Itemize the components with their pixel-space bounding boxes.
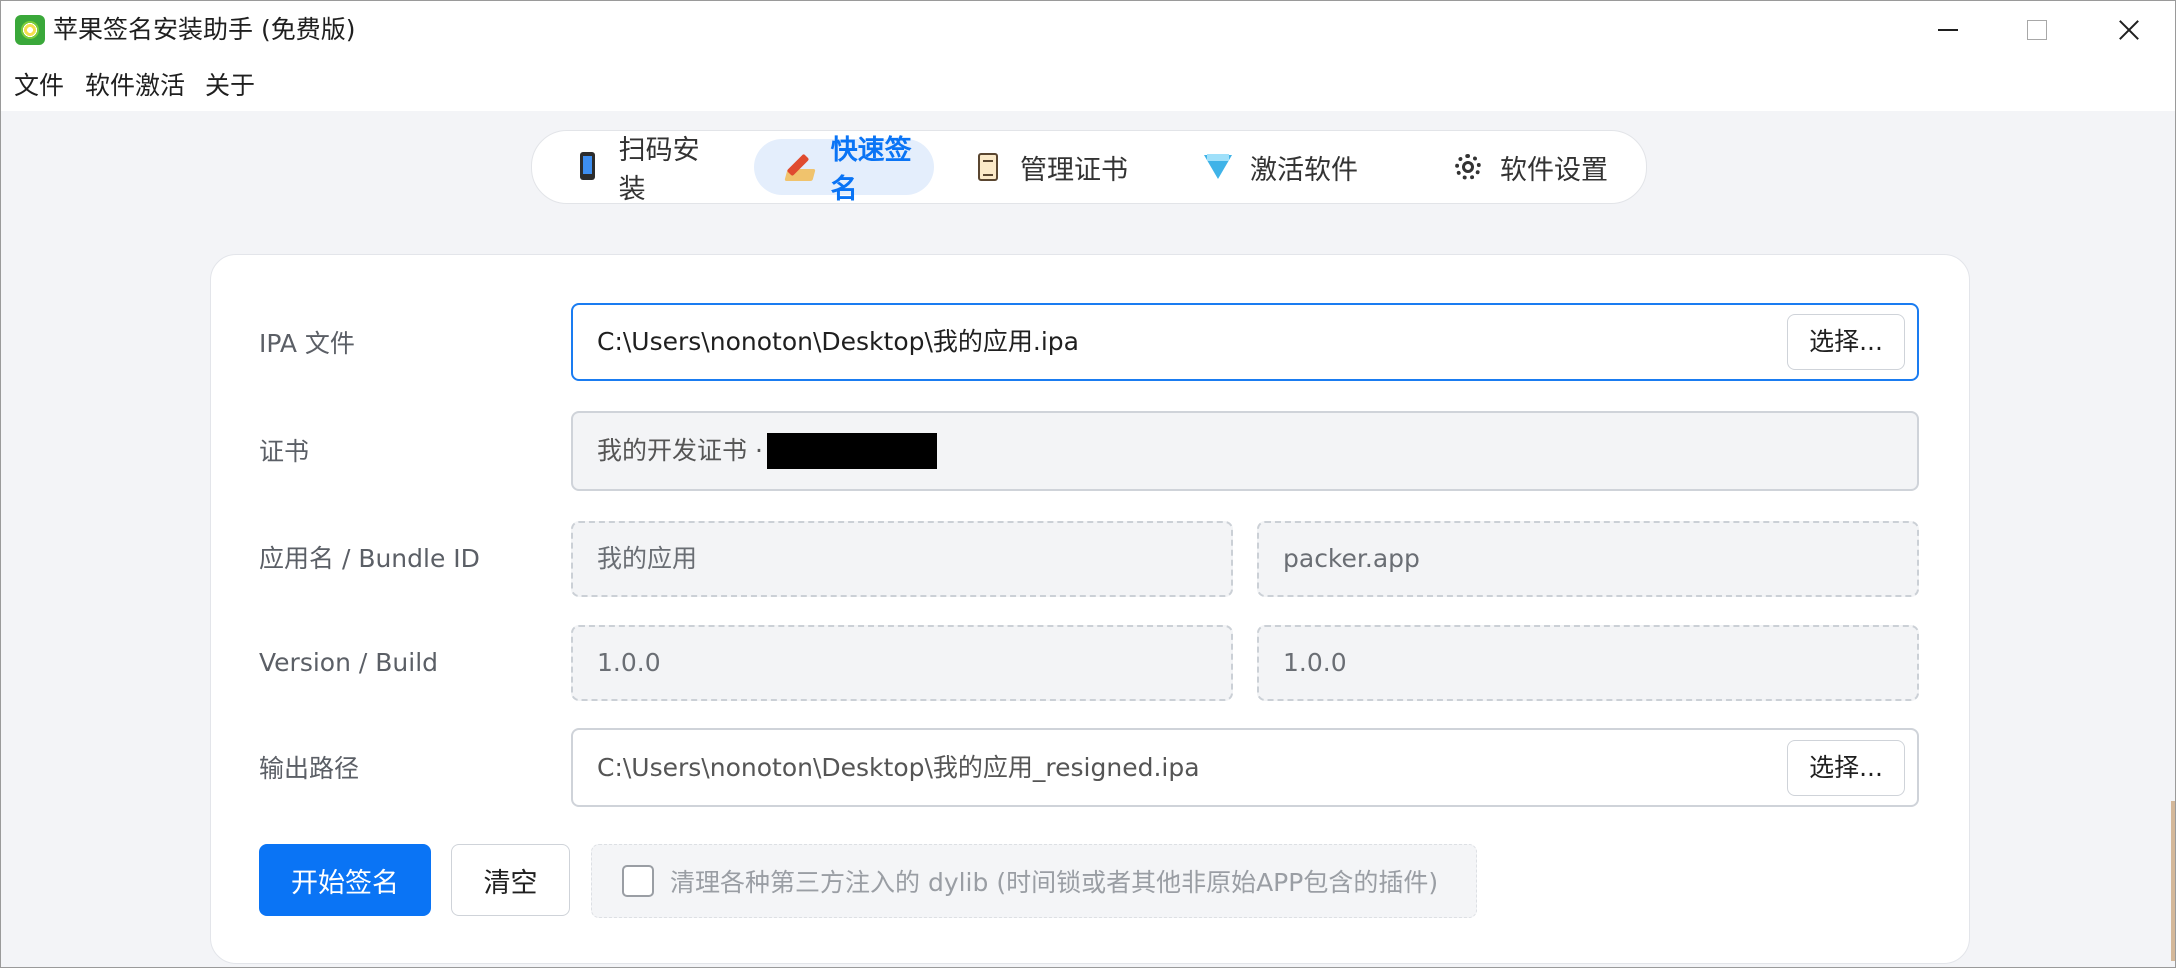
version-build-label: Version / Build	[259, 648, 439, 677]
tab-quick-sign[interactable]: 快速签名	[754, 135, 934, 205]
tab-label: 扫码安装	[618, 135, 700, 205]
bundle-id-input[interactable]: packer.app	[1257, 521, 1919, 597]
close-button[interactable]	[2083, 1, 2173, 59]
app-logo-icon	[15, 15, 45, 45]
pen-signature-icon	[784, 151, 815, 183]
title-bar: 苹果签名安装助手 (免费版)	[1, 1, 2175, 59]
diamond-icon	[1202, 151, 1234, 183]
tab-label: 管理证书	[1020, 154, 1128, 186]
menu-file[interactable]: 文件	[14, 71, 64, 101]
menu-bar: 文件 软件激活 关于	[1, 59, 2175, 111]
output-path-value: C:\Users\nonoton\Desktop\我的应用_resigned.i…	[597, 752, 1200, 782]
clear-button[interactable]: 清空	[451, 844, 570, 916]
bundle-id-value: packer.app	[1283, 544, 1420, 573]
tab-label: 快速签名	[830, 135, 912, 205]
tab-software-settings[interactable]: 软件设置	[1452, 139, 1622, 195]
ipa-file-input[interactable]: C:\Users\nonoton\Desktop\我的应用.ipa 选择...	[571, 303, 1919, 381]
tab-bar: 扫码安装 快速签名 管理证书 激活软件 软件设置	[531, 130, 1647, 205]
output-path-input[interactable]: C:\Users\nonoton\Desktop\我的应用_resigned.i…	[571, 728, 1919, 807]
tab-activate-software[interactable]: 激活软件	[1202, 139, 1372, 195]
ipa-file-value: C:\Users\nonoton\Desktop\我的应用.ipa	[597, 327, 1079, 356]
app-name-input[interactable]: 我的应用	[571, 521, 1233, 597]
choose-ipa-button[interactable]: 选择...	[1787, 314, 1905, 370]
certificate-value: 我的开发证书 ·	[597, 436, 763, 465]
ipa-file-label: IPA 文件	[259, 329, 355, 358]
tab-label: 激活软件	[1250, 154, 1358, 186]
menu-activate[interactable]: 软件激活	[85, 71, 185, 101]
version-value: 1.0.0	[597, 648, 661, 677]
redacted-block	[766, 433, 937, 469]
clean-dylib-option[interactable]: 清理各种第三方注入的 dylib (时间锁或者其他非原始APP包含的插件)	[591, 844, 1477, 918]
tab-label: 软件设置	[1500, 154, 1608, 186]
gear-icon	[1452, 151, 1484, 183]
tab-manage-certs[interactable]: 管理证书	[972, 139, 1142, 195]
start-sign-button[interactable]: 开始签名	[259, 844, 431, 916]
phone-icon	[572, 151, 603, 183]
window-edge	[2171, 801, 2175, 961]
scroll-icon	[972, 151, 1004, 183]
version-input[interactable]: 1.0.0	[571, 625, 1233, 701]
app-name-bundle-label: 应用名 / Bundle ID	[259, 544, 480, 573]
minimize-button[interactable]	[1901, 1, 1991, 59]
build-value: 1.0.0	[1283, 648, 1347, 677]
app-name-value: 我的应用	[597, 544, 698, 573]
certificate-select[interactable]: 我的开发证书 ·	[571, 411, 1919, 491]
menu-about[interactable]: 关于	[205, 71, 255, 101]
build-input[interactable]: 1.0.0	[1257, 625, 1919, 701]
certificate-label: 证书	[259, 437, 310, 466]
clean-dylib-label: 清理各种第三方注入的 dylib (时间锁或者其他非原始APP包含的插件)	[670, 868, 1439, 897]
output-path-label: 输出路径	[259, 754, 360, 783]
maximize-button[interactable]	[1991, 1, 2081, 59]
app-window: 苹果签名安装助手 (免费版) 文件 软件激活 关于 扫码安装 快速签名 管理证书…	[0, 0, 2176, 968]
tab-scan-install[interactable]: 扫码安装	[572, 135, 722, 205]
clean-dylib-checkbox[interactable]	[622, 865, 654, 897]
choose-output-button[interactable]: 选择...	[1787, 739, 1905, 796]
window-title: 苹果签名安装助手 (免费版)	[53, 15, 356, 44]
